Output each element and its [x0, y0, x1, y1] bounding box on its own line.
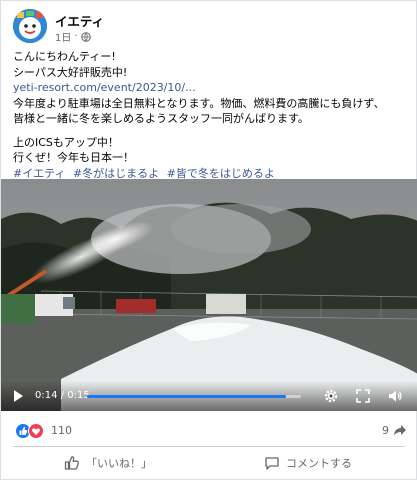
video-controls: 0:14 / 0:15 — [1, 381, 417, 411]
post-text: こんにちわんティー! シーパス大好評販売中! yeti-resort.com/e… — [13, 49, 409, 181]
comment-label: コメントする — [286, 457, 352, 470]
go-line: 行くぜ！今年も日本一！ — [13, 151, 134, 164]
love-icon — [28, 423, 44, 439]
video-frame — [1, 179, 417, 411]
play-icon[interactable] — [11, 389, 25, 403]
fullscreen-icon[interactable] — [355, 388, 371, 404]
page-name[interactable]: イエティ — [55, 11, 104, 30]
ics-line: 上のICSもアップ中！ — [13, 135, 119, 149]
share-count[interactable]: 9 — [382, 424, 389, 437]
volume-icon[interactable] — [387, 388, 403, 404]
post-actions: 「いいね！」 コメントする — [13, 449, 405, 477]
season-pass-line: シーパス大好評販売中! — [13, 65, 128, 79]
reaction-summary: 110 9 — [15, 421, 407, 441]
greeting-line: こんにちわんティー! — [13, 50, 116, 63]
divider — [13, 446, 405, 447]
facebook-post-card: イエティ 1日 · こんにちわんティー! シーパス大好評販売中! yeti-re… — [0, 0, 417, 480]
thumbs-up-icon — [64, 456, 79, 470]
hashtag-yeti[interactable]: #イエティ — [13, 167, 65, 180]
hashtag-start-winter-together[interactable]: #皆で冬をはじめるよ — [167, 167, 275, 180]
progress-bar[interactable] — [87, 395, 301, 398]
page-avatar[interactable] — [13, 9, 47, 43]
share-icon — [394, 425, 406, 436]
post-header: イエティ 1日 · — [13, 9, 403, 45]
comment-icon — [265, 457, 279, 470]
hashtag-winter-begins[interactable]: #冬がはじまるよ — [73, 167, 159, 180]
post-time[interactable]: 1日 — [55, 29, 71, 44]
event-link[interactable]: yeti-resort.com/event/2023/10/... — [13, 80, 409, 96]
progress-fill — [87, 395, 287, 398]
body-line-2: 皆様と一緒に冬を楽しめるようスタッフ一同がんばります。 — [13, 112, 309, 125]
reaction-icons[interactable] — [15, 423, 47, 439]
like-label: 「いいね！」 — [86, 457, 152, 470]
globe-icon — [80, 31, 91, 42]
gear-icon[interactable] — [323, 388, 339, 404]
reaction-count[interactable]: 110 — [51, 424, 72, 437]
current-time: 0:14 — [35, 390, 58, 401]
video-time: 0:14 / 0:15 — [35, 390, 90, 401]
like-button[interactable]: 「いいね！」 — [13, 449, 203, 477]
post-meta: 1日 · — [55, 29, 91, 44]
body-line-1: 今年度より駐車場は全日無料となります。物価、燃料費の高騰にも負けず、 — [13, 96, 385, 110]
video-player[interactable]: 0:14 / 0:15 — [1, 179, 417, 411]
comment-button[interactable]: コメントする — [213, 449, 403, 477]
